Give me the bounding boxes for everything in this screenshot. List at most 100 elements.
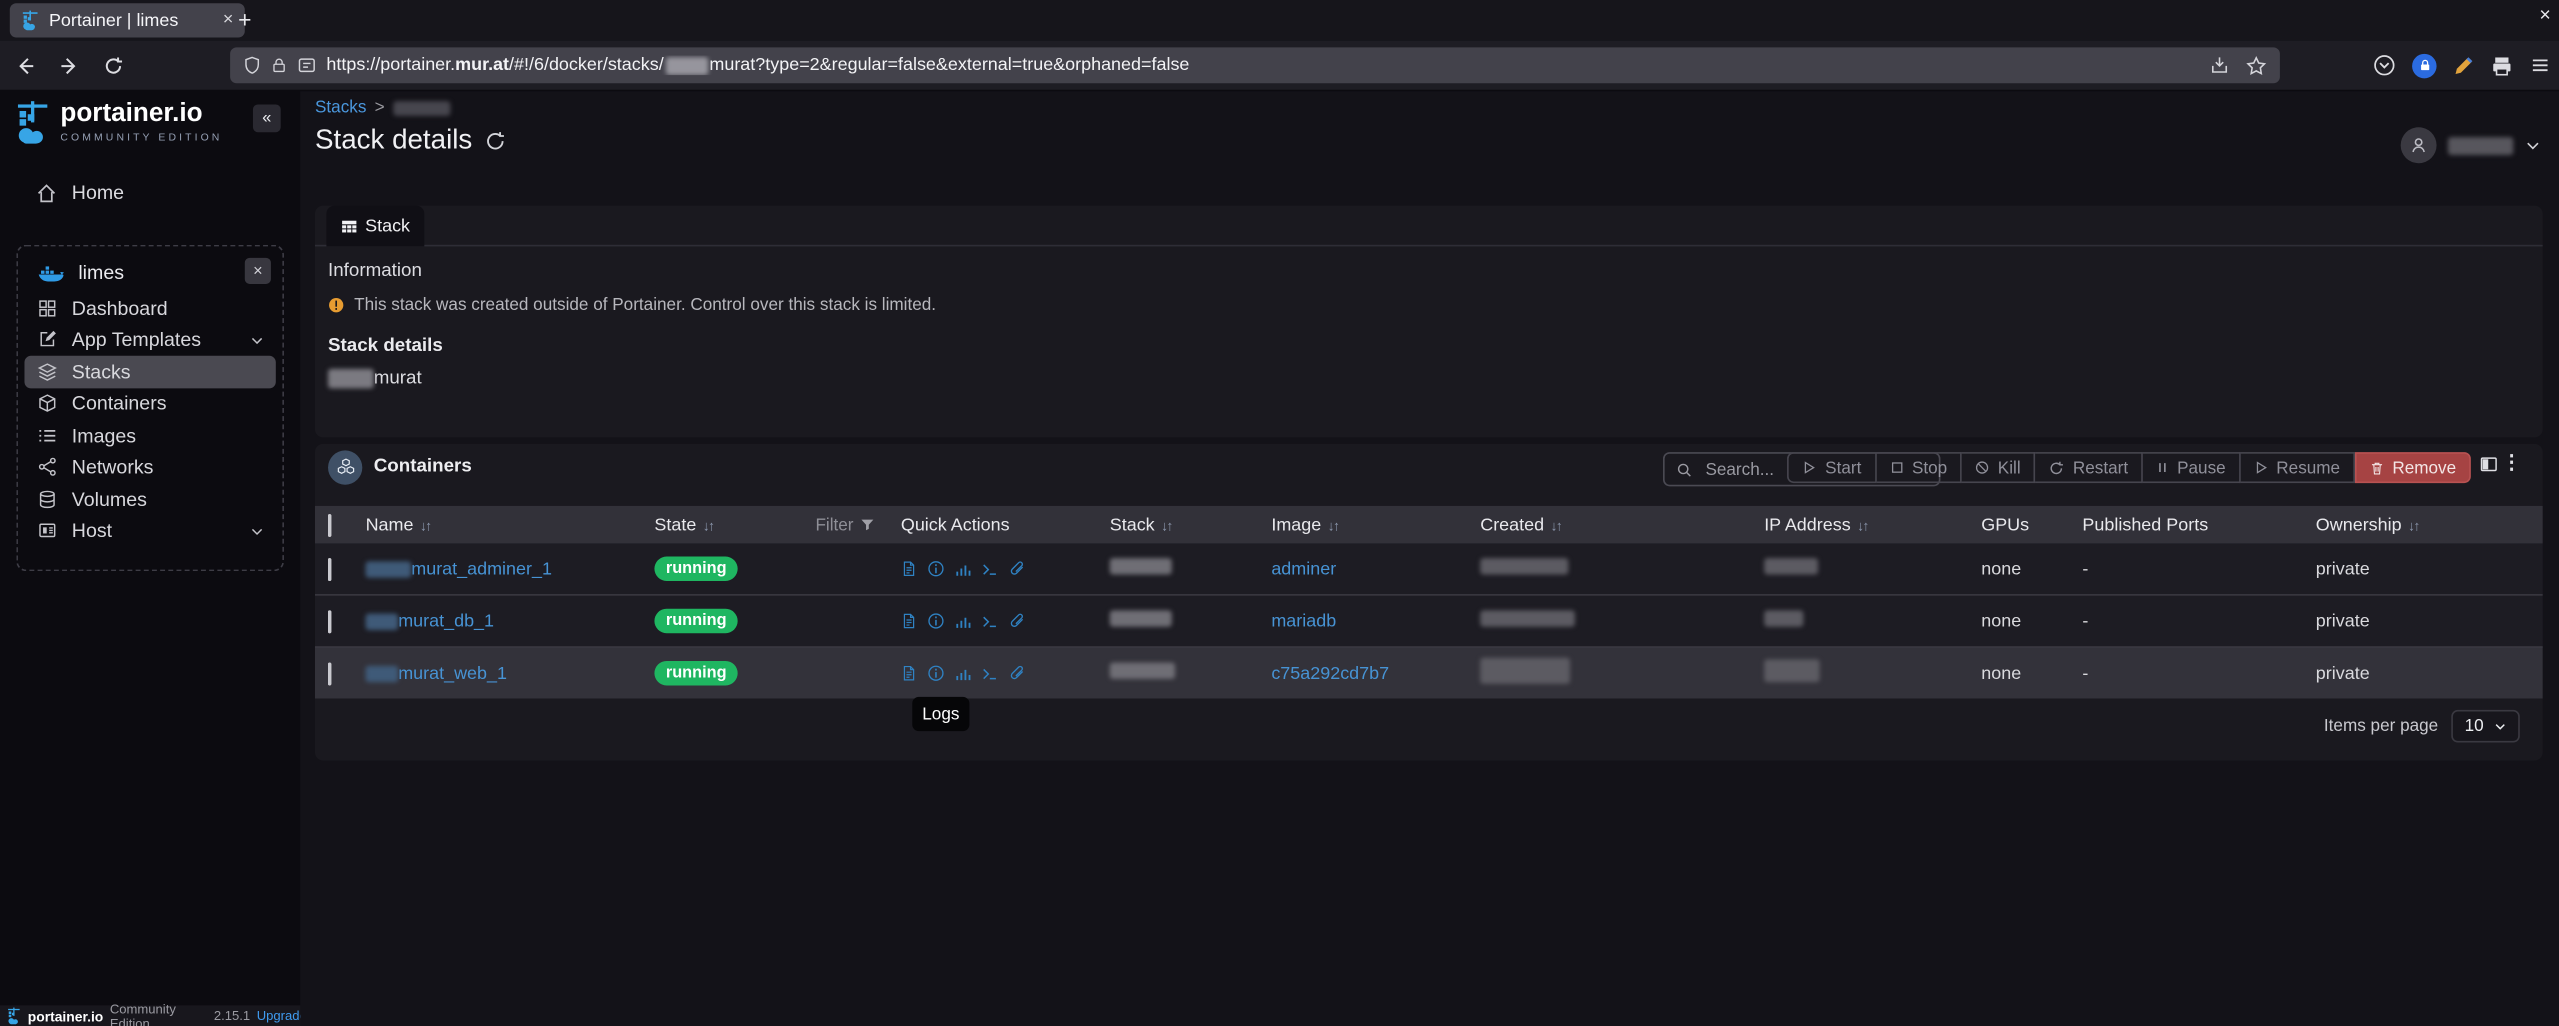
stats-icon[interactable] — [955, 665, 971, 681]
logs-icon[interactable] — [901, 664, 917, 682]
kebab-menu-icon[interactable]: ⋮ — [2502, 450, 2522, 473]
inspect-icon[interactable] — [927, 664, 945, 682]
start-button[interactable]: Start — [1788, 452, 1876, 483]
container-name-link[interactable]: murat_adminer_1 — [411, 559, 552, 579]
col-image[interactable]: Image↓↑ — [1265, 515, 1474, 535]
remove-button[interactable]: Remove — [2355, 452, 2471, 483]
sort-icon: ↓↑ — [1328, 517, 1339, 533]
search-icon — [1676, 461, 1692, 477]
col-quick-actions: Quick Actions — [894, 515, 1103, 535]
sidebar-item-volumes[interactable]: Volumes — [24, 483, 275, 515]
forward-button[interactable] — [49, 46, 88, 85]
breadcrumb-stacks-link[interactable]: Stacks — [315, 98, 366, 118]
ownership-value: private — [2309, 611, 2542, 631]
state-filter[interactable]: Filter — [815, 515, 894, 535]
attach-icon[interactable] — [1009, 612, 1027, 630]
url-bar[interactable]: https://portainer.mur.at/#!/6/docker/sta… — [230, 47, 2280, 83]
stats-icon[interactable] — [955, 613, 971, 629]
avatar — [2401, 127, 2437, 163]
attach-icon[interactable] — [1009, 664, 1027, 682]
col-stack[interactable]: Stack↓↑ — [1103, 515, 1265, 535]
sidebar-item-stacks[interactable]: Stacks — [24, 356, 275, 388]
created-redaction — [1480, 658, 1570, 684]
printer-icon[interactable] — [2490, 55, 2513, 76]
sort-icon: ↓↑ — [2408, 517, 2419, 533]
stats-icon[interactable] — [955, 561, 971, 577]
row-checkbox[interactable] — [328, 557, 331, 580]
environment-header[interactable]: limes × — [24, 253, 275, 292]
image-link[interactable]: c75a292cd7b7 — [1271, 663, 1389, 683]
col-state[interactable]: State↓↑ Filter — [648, 515, 894, 535]
container-name-link[interactable]: murat_db_1 — [398, 611, 494, 631]
select-all-checkbox[interactable] — [328, 513, 331, 536]
image-link[interactable]: adminer — [1271, 559, 1336, 579]
row-checkbox[interactable] — [328, 610, 331, 633]
items-per-page-label: Items per page — [2324, 716, 2438, 736]
save-page-icon[interactable] — [2210, 55, 2230, 75]
main-content: Stacks > Stack details — [300, 91, 2559, 1026]
sidebar-collapse-button[interactable]: « — [253, 104, 281, 132]
sidebar-item-home[interactable]: Home — [13, 176, 287, 209]
logs-icon[interactable] — [901, 612, 917, 630]
sidebar-footer: portainer.io Community Edition 2.15.1 Up… — [0, 1005, 307, 1026]
portainer-logo[interactable]: portainer.io COMMUNITY EDITION — [15, 100, 223, 146]
user-menu[interactable] — [2401, 127, 2541, 163]
inspect-icon[interactable] — [927, 612, 945, 630]
ownership-value: private — [2309, 663, 2542, 683]
inspect-icon[interactable] — [927, 560, 945, 578]
shield-icon[interactable] — [243, 55, 261, 75]
logs-icon[interactable] — [901, 560, 917, 578]
pause-button[interactable]: Pause — [2143, 452, 2241, 483]
restart-button[interactable]: Restart — [2035, 452, 2142, 483]
footer-version: 2.15.1 — [214, 1009, 250, 1024]
refresh-icon[interactable] — [485, 130, 506, 151]
stop-button[interactable]: Stop — [1876, 452, 1962, 483]
items-per-page-select[interactable]: 10 — [2451, 710, 2520, 743]
pencil-extension-icon[interactable] — [2453, 55, 2474, 76]
back-button[interactable] — [5, 46, 44, 85]
lock-icon[interactable] — [271, 55, 287, 75]
gpus-value: none — [1975, 611, 2076, 631]
ownership-value: private — [2309, 559, 2542, 579]
reload-button[interactable] — [93, 46, 132, 85]
sort-icon: ↓↑ — [1551, 517, 1562, 533]
footer-edition: Community Edition — [110, 1001, 208, 1026]
sidebar-item-host[interactable]: Host — [24, 515, 275, 547]
sidebar-item-networks[interactable]: Networks — [24, 451, 275, 483]
sidebar-item-dashboard[interactable]: Dashboard — [24, 292, 275, 324]
published-ports-value: - — [2076, 611, 2309, 631]
sidebar-item-containers[interactable]: Containers — [24, 388, 275, 420]
exec-console-icon[interactable] — [981, 613, 999, 629]
site-permissions-icon[interactable] — [297, 55, 317, 75]
pocket-icon[interactable] — [2373, 54, 2396, 77]
kill-button[interactable]: Kill — [1962, 452, 2035, 483]
resume-button[interactable]: Resume — [2240, 452, 2354, 483]
container-name-link[interactable]: murat_web_1 — [398, 663, 507, 683]
tab-stack[interactable]: Stack — [326, 206, 424, 247]
exec-console-icon[interactable] — [981, 561, 999, 577]
sidebar-item-images[interactable]: Images — [24, 419, 275, 451]
new-tab-button[interactable]: + — [230, 5, 259, 34]
menu-icon[interactable] — [2530, 55, 2551, 75]
sidebar-item-app-templates[interactable]: App Templates — [24, 324, 275, 356]
sort-icon: ↓↑ — [1857, 517, 1868, 533]
col-name[interactable]: Name↓↑ — [359, 515, 648, 535]
browser-tab[interactable]: Portainer | limes × — [10, 3, 245, 37]
row-checkbox[interactable] — [328, 662, 331, 685]
image-link[interactable]: mariadb — [1271, 611, 1336, 631]
password-extension-icon[interactable] — [2412, 53, 2436, 77]
columns-settings-icon[interactable] — [2479, 455, 2499, 473]
created-redaction — [1480, 610, 1575, 626]
col-ownership[interactable]: Ownership↓↑ — [2309, 515, 2542, 535]
exec-console-icon[interactable] — [981, 665, 999, 681]
col-ip-address[interactable]: IP Address↓↑ — [1758, 515, 1975, 535]
table-row: murat_adminer_1 running adminer — [315, 543, 2543, 594]
col-created[interactable]: Created↓↑ — [1474, 515, 1758, 535]
attach-icon[interactable] — [1009, 560, 1027, 578]
environment-close-icon[interactable]: × — [245, 258, 271, 284]
window-close-button[interactable]: × — [2539, 3, 2550, 26]
bookmark-star-icon[interactable] — [2246, 55, 2267, 76]
page-title: Stack details — [315, 124, 507, 157]
environment-group: limes × Dashboard App Templates — [16, 245, 284, 571]
home-icon — [36, 182, 57, 203]
